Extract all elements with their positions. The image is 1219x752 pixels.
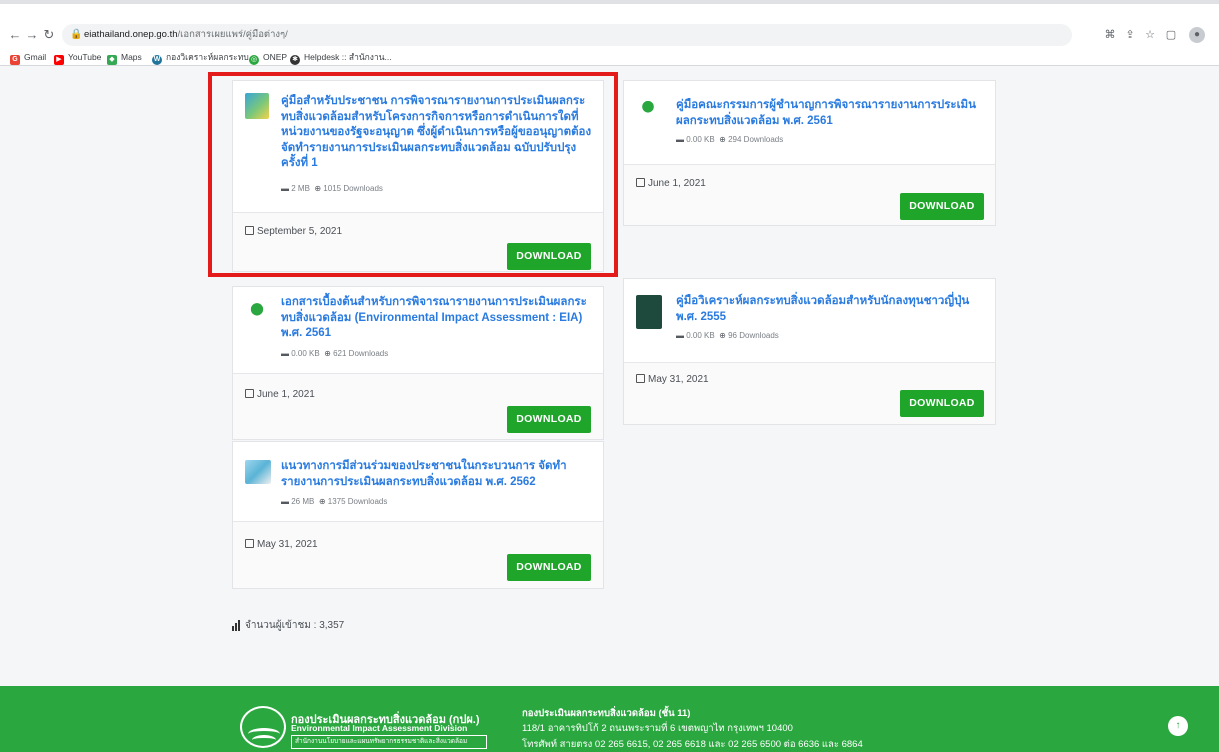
address-bar[interactable]: 🔒 eiathailand.onep.go.th/เอกสารเผยแพร่/ค…: [62, 24, 1072, 46]
download-button[interactable]: DOWNLOAD: [900, 193, 984, 220]
document-meta: ▬ 26 MB ⊕ 1375 Downloads: [281, 497, 388, 506]
bookmark-wordpress[interactable]: W กองวิเคราะห์ผลกระทบ...: [152, 49, 256, 66]
maps-icon: ◆: [107, 55, 117, 65]
download-count-icon: ⊕: [318, 497, 326, 506]
drive-icon: ▬: [281, 497, 289, 506]
onep-logo-icon: [240, 706, 286, 748]
document-thumbnail: [636, 95, 660, 121]
download-count-icon: ⊕: [324, 349, 331, 358]
site-footer: กองประเมินผลกระทบสิ่งแวดล้อม (กปผ.) Envi…: [0, 686, 1219, 752]
address-line: 118/1 อาคารทิปโก้ 2 ถนนพระรามที่ 6 เขตพญ…: [522, 723, 793, 734]
toolbar: ← → ↻ 🔒 eiathailand.onep.go.th/เอกสารเผย…: [0, 24, 1219, 48]
url-text: eiathailand.onep.go.th/เอกสารเผยแพร่/คู่…: [84, 29, 288, 40]
document-meta: ▬ 0.00 KB ⊕ 294 Downloads: [676, 135, 784, 144]
document-date: June 1, 2021: [636, 178, 706, 189]
org-parent: สำนักงานนโยบายและแผนทรัพยากรธรรมชาติและส…: [291, 735, 487, 749]
card-header: คู่มือคณะกรรมการผู้ชำนาญการพิจารณารายงาน…: [624, 81, 995, 165]
document-card: เอกสารเบื้องต้นสำหรับการพิจารณารายงานการ…: [232, 286, 604, 440]
phone-line: โทรศัพท์ สายตรง 02 265 6615, 02 265 6618…: [522, 739, 863, 750]
document-title-link[interactable]: คู่มือคณะกรรมการผู้ชำนาญการพิจารณารายงาน…: [676, 98, 986, 129]
onep-icon: ◎: [249, 55, 259, 65]
download-button[interactable]: DOWNLOAD: [900, 390, 984, 417]
bookmark-onep[interactable]: ◎ ONEP: [249, 49, 287, 66]
bookmark-maps[interactable]: ◆ Maps: [107, 49, 142, 66]
browser-chrome: ← → ↻ 🔒 eiathailand.onep.go.th/เอกสารเผย…: [0, 0, 1219, 66]
document-card: คู่มือวิเคราะห์ผลกระทบสิ่งแวดล้อมสำหรับน…: [623, 278, 996, 425]
download-count-icon: ⊕: [719, 331, 726, 340]
calendar-icon: [636, 178, 645, 187]
forward-icon[interactable]: →: [23, 24, 41, 46]
calendar-icon: [245, 539, 254, 548]
card-header: คู่มือวิเคราะห์ผลกระทบสิ่งแวดล้อมสำหรับน…: [624, 279, 995, 363]
document-thumbnail: [636, 295, 662, 329]
bookmarks-bar: G Gmail ▶ YouTube ◆ Maps W กองวิเคราะห์ผลกระ…: [0, 49, 1219, 66]
highlight-box: [208, 72, 618, 277]
visitor-counter: จำนวนผู้เข้าชม : 3,357: [232, 618, 344, 633]
document-date: June 1, 2021: [245, 389, 315, 400]
bar-chart-icon: [232, 620, 241, 631]
sidepanel-icon[interactable]: ▢: [1163, 24, 1179, 46]
address-title: กองประเมินผลกระทบสิ่งแวดล้อม (ชั้น 11): [522, 708, 691, 719]
document-thumbnail: [245, 295, 269, 321]
document-title-link[interactable]: แนวทางการมีส่วนร่วมของประชาชนในกระบวนการ…: [281, 459, 599, 490]
translate-icon[interactable]: ⌘: [1102, 24, 1118, 46]
document-meta: ▬ 0.00 KB ⊕ 96 Downloads: [676, 331, 779, 340]
calendar-icon: [636, 374, 645, 383]
bookmark-helpdesk[interactable]: ✱ Helpdesk :: สำนักงาน...: [290, 49, 392, 66]
drive-icon: ▬: [281, 349, 289, 358]
back-icon[interactable]: ←: [6, 24, 24, 46]
drive-icon: ▬: [676, 331, 684, 340]
org-name-english: Environmental Impact Assessment Division: [291, 723, 468, 733]
youtube-icon: ▶: [54, 55, 64, 65]
download-count-icon: ⊕: [719, 135, 726, 144]
drive-icon: ▬: [676, 135, 684, 144]
card-header: แนวทางการมีส่วนร่วมของประชาชนในกระบวนการ…: [233, 442, 603, 522]
scroll-to-top-button[interactable]: ↑: [1168, 716, 1188, 736]
share-icon[interactable]: ⇪: [1122, 24, 1138, 46]
document-date: May 31, 2021: [636, 374, 709, 385]
document-meta: ▬ 0.00 KB ⊕ 621 Downloads: [281, 349, 389, 358]
document-thumbnail: [245, 460, 271, 484]
download-button[interactable]: DOWNLOAD: [507, 406, 591, 433]
download-button[interactable]: DOWNLOAD: [507, 554, 591, 581]
calendar-icon: [245, 389, 254, 398]
gmail-icon: G: [10, 55, 20, 65]
document-card: คู่มือคณะกรรมการผู้ชำนาญการพิจารณารายงาน…: [623, 80, 996, 226]
tab-strip: [0, 0, 1219, 4]
bookmark-star-icon[interactable]: ☆: [1142, 24, 1158, 46]
bookmark-youtube[interactable]: ▶ YouTube: [54, 49, 101, 66]
profile-avatar-icon[interactable]: ●: [1189, 27, 1205, 43]
reload-icon[interactable]: ↻: [40, 24, 58, 46]
card-header: เอกสารเบื้องต้นสำหรับการพิจารณารายงานการ…: [233, 287, 603, 374]
helpdesk-icon: ✱: [290, 55, 300, 65]
document-title-link[interactable]: คู่มือวิเคราะห์ผลกระทบสิ่งแวดล้อมสำหรับน…: [676, 294, 988, 325]
wordpress-icon: W: [152, 55, 162, 65]
document-date: May 31, 2021: [245, 539, 318, 550]
lock-icon: 🔒: [70, 29, 83, 40]
document-card: แนวทางการมีส่วนร่วมของประชาชนในกระบวนการ…: [232, 441, 604, 589]
bookmark-gmail[interactable]: G Gmail: [10, 49, 46, 66]
document-title-link[interactable]: เอกสารเบื้องต้นสำหรับการพิจารณารายงานการ…: [281, 295, 599, 342]
